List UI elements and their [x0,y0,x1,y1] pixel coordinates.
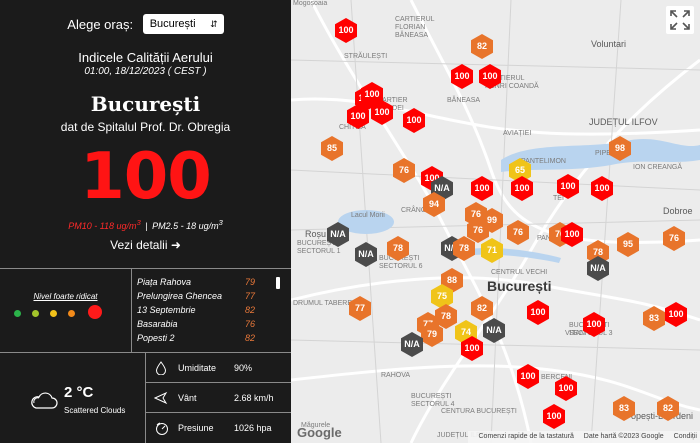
map-label: Voluntari [591,39,627,49]
fullscreen-button[interactable] [666,6,694,34]
station-row[interactable]: 13 Septembrie 82 [137,305,255,319]
pm25-unit-sup: 3 [218,218,223,227]
station-row[interactable]: Piața Rahova 79 [137,277,255,291]
pm-separator: | [145,221,148,231]
google-logo: Google [297,425,342,440]
pm10-unit-sup: 3 [136,218,141,227]
map-label: STRĂULEȘTI [344,53,388,60]
map-label: BUCUREȘTI SECTORUL 4 [411,393,455,408]
station-aqi: 79 [244,277,255,287]
keyboard-shortcuts-link[interactable]: Comenzi rapide de la tastatură [479,433,574,440]
city-select-label: Alege oraș: [67,16,134,32]
station-aqi: 82 [244,333,255,343]
weather-row: Vânt 2.68 km/h [146,383,291,413]
station-row[interactable]: Basarabia 76 [137,319,255,333]
temperature-unit: °C [76,384,94,401]
map-label: Lacul Morii [351,212,385,219]
weather-value: 90% [234,363,253,373]
city-name: București [90,92,201,116]
weather-row: Umiditate 90% [146,353,291,383]
weather-label: Umiditate [178,363,217,373]
map-label: Dobroe [663,206,693,216]
station-name: Popesti 2 [137,333,175,343]
map-data-credit: Date hartă ©2023 Google [583,433,664,440]
station-aqi: 77 [244,291,255,301]
map-label: TEI [553,195,564,202]
city-select[interactable]: București ⇵ [142,14,224,34]
level-dot [68,310,75,317]
pm25-text: PM2.5 - 18 ug/m [152,221,219,231]
station-row[interactable]: Popesti 2 82 [137,333,255,347]
station-source: dat de Spitalul Prof. Dr. Obregia [60,120,231,134]
droplet-icon [154,361,168,377]
pm10-text: PM10 - 118 ug/m [68,221,137,231]
map-label: BĂNEASA [447,97,481,104]
station-name: 13 Septembrie [137,305,196,315]
city-select-value: București [149,18,196,30]
map-label: AVIAȚIEI [503,130,532,137]
air-quality-map[interactable]: Mogoșoaia CARTIERUL FLORIAN BĂNEASA Volunt… [291,0,700,443]
station-name: Prelungirea Ghencea [137,291,223,301]
city-select-row: Alege oraș: București ⇵ [0,14,291,34]
map-label: Roșu [305,229,327,239]
weather-row: Presiune 1026 hpa [146,413,291,443]
wind-icon [153,391,170,407]
map-label: CARTIERUL FLORIAN BĂNEASA [395,16,435,39]
level-dot [88,305,102,319]
chevron-up-down-icon: ⇵ [210,19,218,29]
weather-label: Vânt [178,393,197,403]
map-label: DRUMUL TABEREI [293,300,354,307]
station-list[interactable]: Piața Rahova 79 Prelungirea Ghencea 77 13 Se… [137,277,255,347]
station-row[interactable]: Prelungirea Ghencea 77 [137,291,255,305]
map-label: JUDEȚUL ILFOV [589,117,658,127]
station-list-scrollbar[interactable] [276,277,282,344]
scrollbar-thumb[interactable] [276,277,280,289]
level-scale [14,305,114,321]
cloud-icon [30,392,58,415]
aqi-panel: Alege oraș: București ⇵ Indicele Calităț… [0,0,291,443]
divider [0,268,291,269]
arrow-right-icon: ➜ [170,238,181,252]
temperature-value: 2 [64,384,73,401]
page-title: Indicele Calității Aerului [78,50,213,65]
weather-value: 2.68 km/h [234,393,274,403]
terms-link[interactable]: Condiții [674,433,697,440]
map-label: CENTRUL VECHI [491,269,548,276]
weather-condition: Scattered Clouds [64,406,126,415]
map-label: VITAN [565,330,586,337]
level-dot [14,310,21,317]
map-label: RAHOVA [381,372,411,379]
map-label: ION CREANGĂ [633,164,683,171]
pm-readings: PM10 - 118 ug/m3 | PM2.5 - 18 ug/m3 [0,218,291,231]
divider [131,268,132,352]
temperature: 2 °C [64,384,93,401]
level-label: Nivel foarte ridicat [33,292,98,301]
station-aqi: 76 [244,319,255,329]
weather-label: Presiune [178,423,214,433]
map-attribution: Comenzi rapide de la tastatură Date hart… [467,431,700,443]
update-datetime: 01:00, 18/12/2023 ( CEST ) [84,66,207,77]
details-link[interactable]: Vezi detalii ➜ [0,238,291,252]
station-name: Piața Rahova [137,277,192,287]
pm25-reading: PM2.5 - 18 ug/m3 [152,218,223,231]
fullscreen-icon [670,10,690,30]
gauge-icon [154,421,170,437]
map-label: CENTURA BUCUREȘTI [441,408,517,415]
station-name: Basarabia [137,319,178,329]
pm10-reading: PM10 - 118 ug/m3 [68,218,141,231]
map-label: Mogoșoaia [293,0,328,7]
map-label: București [487,278,552,294]
weather-value: 1026 hpa [234,423,272,433]
level-dot [50,310,57,317]
details-label: Vezi detalii [110,238,168,252]
station-aqi: 82 [244,305,255,315]
aqi-value: 100 [80,140,212,214]
level-dot [32,310,39,317]
